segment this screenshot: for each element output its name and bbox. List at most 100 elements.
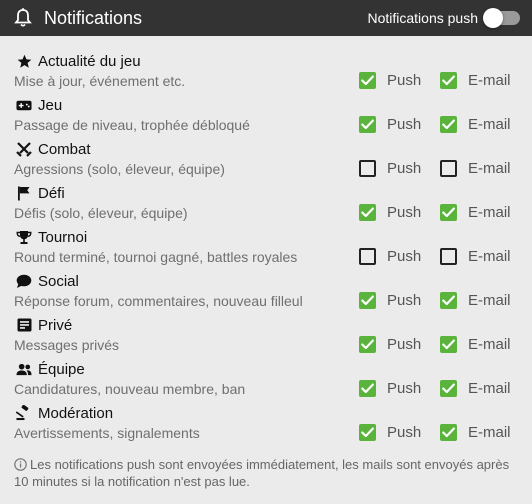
push-checkbox[interactable] (359, 380, 376, 397)
category-description: Avertissements, signalements (14, 425, 200, 441)
email-option-label: E-mail (468, 336, 511, 353)
category-heading: Privé (16, 314, 72, 336)
push-option[interactable]: Push (359, 336, 421, 353)
category-row-social: Social Réponse forum, commentaires, nouve… (14, 270, 518, 314)
category-list: Actualité du jeu Mise à jour, événement e… (0, 36, 532, 446)
email-option-label: E-mail (468, 160, 511, 177)
email-option[interactable]: E-mail (440, 72, 511, 89)
email-option-label: E-mail (468, 424, 511, 441)
category-description: Passage de niveau, trophée débloqué (14, 117, 250, 133)
push-option[interactable]: Push (359, 424, 421, 441)
category-title: Équipe (38, 360, 85, 378)
push-checkbox[interactable] (359, 424, 376, 441)
push-option-label: Push (387, 380, 422, 397)
email-option-label: E-mail (468, 248, 511, 265)
category-row-moderation: Modération Avertissements, signalements Pu… (14, 402, 518, 446)
category-row-news: Actualité du jeu Mise à jour, événement e… (14, 50, 518, 94)
toggle-knob (483, 8, 503, 28)
category-heading: Combat (16, 138, 91, 160)
push-toggle[interactable] (483, 8, 520, 28)
category-row-challenge: Défi Défis (solo, éleveur, équipe) Push E-m… (14, 182, 518, 226)
category-title: Tournoi (38, 228, 88, 246)
category-row-game: Jeu Passage de niveau, trophée débloqué Pu… (14, 94, 518, 138)
category-heading: Tournoi (16, 226, 87, 248)
email-option[interactable]: E-mail (440, 204, 511, 221)
push-checkbox[interactable] (359, 248, 376, 265)
push-option[interactable]: Push (359, 72, 421, 89)
push-checkbox[interactable] (359, 72, 376, 89)
category-heading: Équipe (16, 358, 85, 380)
category-title: Privé (38, 316, 73, 334)
bell-icon (14, 7, 34, 29)
category-description: Réponse forum, commentaires, nouveau fil… (14, 293, 303, 309)
gamepad-icon (16, 97, 32, 113)
email-option-label: E-mail (468, 380, 511, 397)
email-option[interactable]: E-mail (440, 380, 511, 397)
page-title: Notifications (44, 7, 143, 28)
push-option-label: Push (387, 336, 422, 353)
push-option-label: Push (387, 424, 422, 441)
email-option[interactable]: E-mail (440, 248, 511, 265)
category-title: Combat (38, 140, 91, 158)
category-heading: Actualité du jeu (16, 50, 141, 72)
category-title: Jeu (38, 96, 63, 114)
email-checkbox[interactable] (440, 380, 457, 397)
push-option[interactable]: Push (359, 116, 421, 133)
email-checkbox[interactable] (440, 336, 457, 353)
email-option[interactable]: E-mail (440, 292, 511, 309)
email-option-label: E-mail (468, 204, 511, 221)
inbox-icon (16, 317, 32, 333)
push-option-label: Push (387, 160, 422, 177)
push-option[interactable]: Push (359, 292, 421, 309)
category-row-private: Privé Messages privés Push E-mail (14, 314, 518, 358)
push-checkbox[interactable] (359, 292, 376, 309)
info-text: Les notifications push sont envoyées imm… (14, 457, 510, 489)
email-checkbox[interactable] (440, 116, 457, 133)
category-heading: Jeu (16, 94, 62, 116)
category-title: Social (38, 272, 79, 290)
email-option-label: E-mail (468, 72, 511, 89)
push-option[interactable]: Push (359, 204, 421, 221)
email-option[interactable]: E-mail (440, 160, 511, 177)
push-checkbox[interactable] (359, 160, 376, 177)
email-option-label: E-mail (468, 292, 511, 309)
email-option[interactable]: E-mail (440, 336, 511, 353)
push-checkbox[interactable] (359, 204, 376, 221)
users-icon (16, 361, 32, 377)
push-option-label: Push (387, 292, 422, 309)
email-checkbox[interactable] (440, 292, 457, 309)
notifications-panel: Notifications Notifications push Actuali… (0, 0, 532, 504)
email-checkbox[interactable] (440, 204, 457, 221)
email-checkbox[interactable] (440, 424, 457, 441)
category-row-team: Équipe Candidatures, nouveau membre, ban P… (14, 358, 518, 402)
swords-icon (16, 141, 32, 157)
category-row-tournament: Tournoi Round terminé, tournoi gagné, bat… (14, 226, 518, 270)
push-option[interactable]: Push (359, 380, 421, 397)
category-description: Agressions (solo, éleveur, équipe) (14, 161, 225, 177)
push-checkbox[interactable] (359, 116, 376, 133)
info-icon (14, 458, 27, 471)
gavel-icon (16, 405, 32, 421)
email-option[interactable]: E-mail (440, 424, 511, 441)
category-title: Modération (38, 404, 114, 422)
push-option[interactable]: Push (359, 160, 421, 177)
info-footer: Les notifications push sont envoyées imm… (14, 456, 518, 490)
email-option-label: E-mail (468, 116, 511, 133)
push-checkbox[interactable] (359, 336, 376, 353)
push-option[interactable]: Push (359, 248, 421, 265)
push-option-label: Push (387, 116, 422, 133)
push-option-label: Push (387, 248, 422, 265)
flag-icon (16, 185, 32, 201)
category-heading: Social (16, 270, 79, 292)
trophy-icon (16, 229, 32, 245)
category-row-combat: Combat Agressions (solo, éleveur, équipe)… (14, 138, 518, 182)
category-title: Actualité du jeu (38, 52, 141, 70)
email-option[interactable]: E-mail (440, 116, 511, 133)
category-title: Défi (38, 184, 65, 202)
email-checkbox[interactable] (440, 160, 457, 177)
email-checkbox[interactable] (440, 72, 457, 89)
speech-bubble-icon (16, 273, 32, 289)
email-checkbox[interactable] (440, 248, 457, 265)
push-option-label: Push (387, 204, 422, 221)
category-description: Candidatures, nouveau membre, ban (14, 381, 246, 397)
